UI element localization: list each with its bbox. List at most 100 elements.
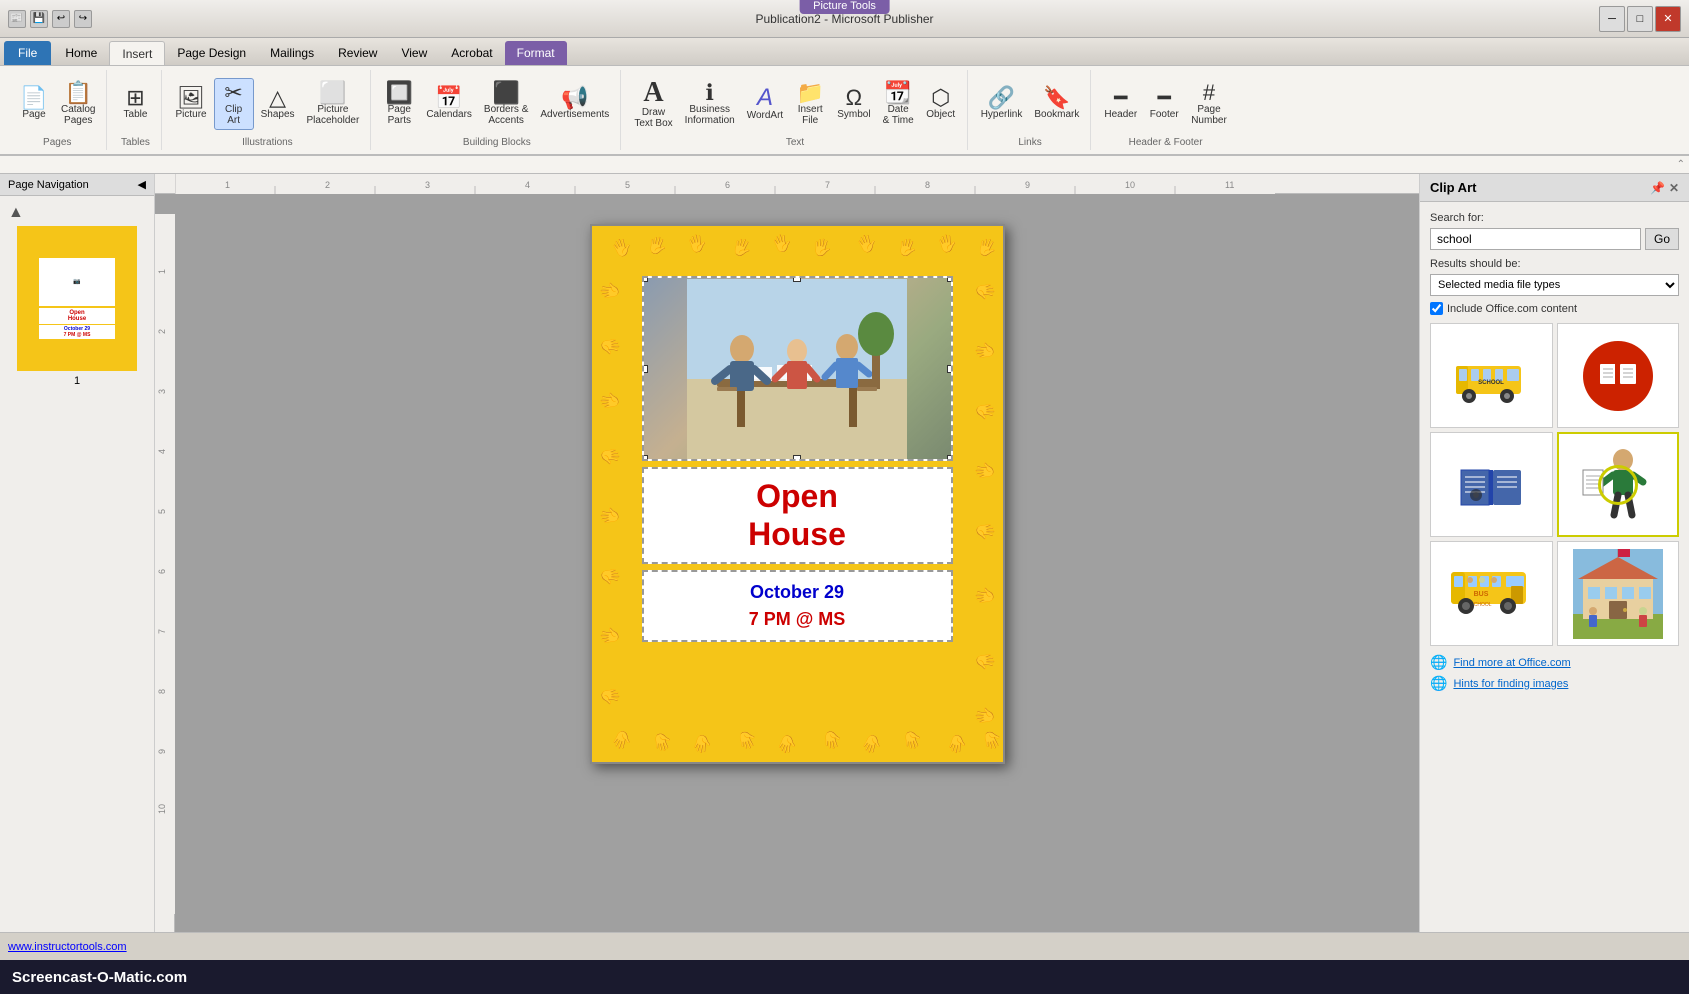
pub-title: Open House [652, 477, 943, 554]
clipart-item-reading[interactable] [1430, 432, 1553, 537]
draw-text-label: DrawText Box [634, 107, 672, 129]
pub-title-frame[interactable]: Open House [642, 467, 953, 564]
handle-ml[interactable] [642, 365, 648, 373]
footer-label: Footer [1150, 109, 1179, 120]
pub-inner-content: Open House October 29 7 PM @ MS [642, 276, 953, 712]
picture-placeholder-button[interactable]: ⬜ PicturePlaceholder [302, 78, 365, 130]
clipart-item-presenter[interactable] [1557, 432, 1680, 537]
tab-page-design[interactable]: Page Design [165, 41, 258, 65]
clipart-grid: SCHOOL [1430, 323, 1679, 646]
find-more-link[interactable]: Find more at Office.com [1453, 657, 1570, 669]
clipart-item-school-building[interactable] [1557, 541, 1680, 646]
hints-link[interactable]: Hints for finding images [1453, 678, 1568, 690]
handle-mr[interactable] [947, 365, 953, 373]
tab-view[interactable]: View [389, 41, 439, 65]
clipart-item-school-bus[interactable]: SCHOOL [1430, 323, 1553, 428]
status-url[interactable]: www.instructortools.com [8, 941, 127, 953]
page-nav-arrow-up[interactable]: ▲ [8, 204, 24, 222]
pub-info-frame[interactable]: October 29 7 PM @ MS [642, 570, 953, 642]
clipart-item-school-bus-2[interactable]: BUS SCHOOL [1430, 541, 1553, 646]
clipart-search-input[interactable] [1430, 228, 1641, 250]
clip-art-label: ClipArt [225, 104, 242, 126]
building-blocks-buttons: 🔲 PageParts 📅 Calendars ⬛ Borders &Accen… [379, 72, 614, 135]
ribbon-collapse-icon[interactable]: ⌃ [1677, 159, 1685, 170]
handle-br[interactable] [947, 455, 953, 461]
svg-text:8: 8 [925, 180, 930, 190]
bookmark-icon: 🔖 [1043, 87, 1070, 109]
page-parts-button[interactable]: 🔲 PageParts [379, 78, 419, 130]
clipart-go-button[interactable]: Go [1645, 228, 1679, 250]
symbol-button[interactable]: Ω Symbol [832, 83, 875, 124]
placeholder-label: PicturePlaceholder [307, 104, 360, 126]
header-button[interactable]: ━ Header [1099, 83, 1142, 124]
hyperlink-label: Hyperlink [981, 109, 1023, 120]
svg-text:7: 7 [157, 629, 167, 634]
handle-bl[interactable] [642, 455, 648, 461]
calendars-button[interactable]: 📅 Calendars [421, 83, 477, 124]
header-icon: ━ [1114, 87, 1127, 109]
tab-format[interactable]: Format [505, 41, 567, 65]
object-button[interactable]: ⬡ Object [921, 83, 961, 124]
svg-text:5: 5 [625, 180, 630, 190]
clipart-item-student-books[interactable] [1557, 323, 1680, 428]
ruler-vertical: 1 2 3 4 5 6 7 8 9 10 [155, 214, 175, 932]
page-icon: 📄 [20, 87, 47, 109]
picture-button[interactable]: 🖼 Picture [170, 83, 211, 124]
draw-text-box-button[interactable]: A DrawText Box [629, 75, 677, 133]
picture-label: Picture [175, 109, 206, 120]
pub-photo-frame[interactable] [642, 276, 953, 461]
clipart-pin-icon[interactable]: 📌 [1650, 181, 1665, 195]
quick-access-undo[interactable]: ↩ [52, 10, 70, 28]
tab-home[interactable]: Home [53, 41, 109, 65]
tab-file[interactable]: File [4, 41, 51, 65]
tables-group-label: Tables [121, 137, 150, 148]
date-time-button[interactable]: 📆 Date& Time [878, 78, 919, 130]
handle-bm[interactable] [793, 455, 801, 461]
business-label: BusinessInformation [685, 104, 735, 126]
page-number-icon: # [1203, 82, 1215, 104]
business-info-button[interactable]: ℹ BusinessInformation [680, 78, 740, 130]
svg-text:3: 3 [157, 389, 167, 394]
media-type-select[interactable]: Selected media file types All media file… [1430, 274, 1679, 296]
shapes-button[interactable]: △ Shapes [256, 83, 300, 124]
catalog-pages-button[interactable]: 📋 CatalogPages [56, 78, 100, 130]
text-group-label: Text [786, 137, 804, 148]
ribbon: 📄 Page 📋 CatalogPages Pages ⊞ Table Tabl… [0, 66, 1689, 156]
include-office-checkbox[interactable] [1430, 302, 1443, 315]
page-number-button[interactable]: # PageNumber [1186, 78, 1232, 130]
advertisements-button[interactable]: 📢 Advertisements [535, 83, 614, 124]
tab-acrobat[interactable]: Acrobat [439, 41, 504, 65]
handle-tl[interactable] [642, 276, 648, 282]
table-button[interactable]: ⊞ Table [115, 83, 155, 124]
wordart-button[interactable]: A WordArt [742, 82, 789, 125]
calendars-label: Calendars [426, 109, 472, 120]
clip-art-button[interactable]: ✂ ClipArt [214, 78, 254, 130]
tab-mailings[interactable]: Mailings [258, 41, 326, 65]
table-icon: ⊞ [126, 87, 144, 109]
tab-insert[interactable]: Insert [109, 41, 165, 65]
quick-access-redo[interactable]: ↪ [74, 10, 92, 28]
footer-button[interactable]: ━ Footer [1144, 83, 1184, 124]
quick-access-save[interactable]: 💾 [30, 10, 48, 28]
tab-review[interactable]: Review [326, 41, 389, 65]
close-button[interactable]: ✕ [1655, 6, 1681, 32]
clipart-close-icon[interactable]: ✕ [1669, 181, 1679, 195]
maximize-button[interactable]: □ [1627, 6, 1653, 32]
canvas-workspace[interactable]: 🖐 🖐 🖐 🖐 🖐 🖐 🖐 🖐 🖐 🖐 🖐 🖐 🖐 [175, 194, 1419, 932]
insert-file-button[interactable]: 📁 InsertFile [790, 78, 830, 130]
canvas-area[interactable]: 1 2 3 4 5 6 7 8 9 10 11 [155, 174, 1419, 932]
page-thumbnail[interactable]: 📷 Open House October 29 7 PM @ MS [17, 226, 137, 371]
ribbon-group-links: 🔗 Hyperlink 🔖 Bookmark Links [970, 70, 1092, 150]
handle-tm[interactable] [793, 276, 801, 282]
pub-date: October 29 [654, 582, 941, 603]
minimize-button[interactable]: ─ [1599, 6, 1625, 32]
footer-icon: ━ [1158, 87, 1171, 109]
bookmark-button[interactable]: 🔖 Bookmark [1029, 83, 1084, 124]
hyperlink-button[interactable]: 🔗 Hyperlink [976, 83, 1028, 124]
page-nav-collapse-icon[interactable]: ◀ [138, 178, 146, 191]
page-button[interactable]: 📄 Page [14, 83, 54, 124]
svg-text:1: 1 [225, 180, 230, 190]
handle-tr[interactable] [947, 276, 953, 282]
page-number-label: PageNumber [1191, 104, 1227, 126]
borders-button[interactable]: ⬛ Borders &Accents [479, 78, 533, 130]
